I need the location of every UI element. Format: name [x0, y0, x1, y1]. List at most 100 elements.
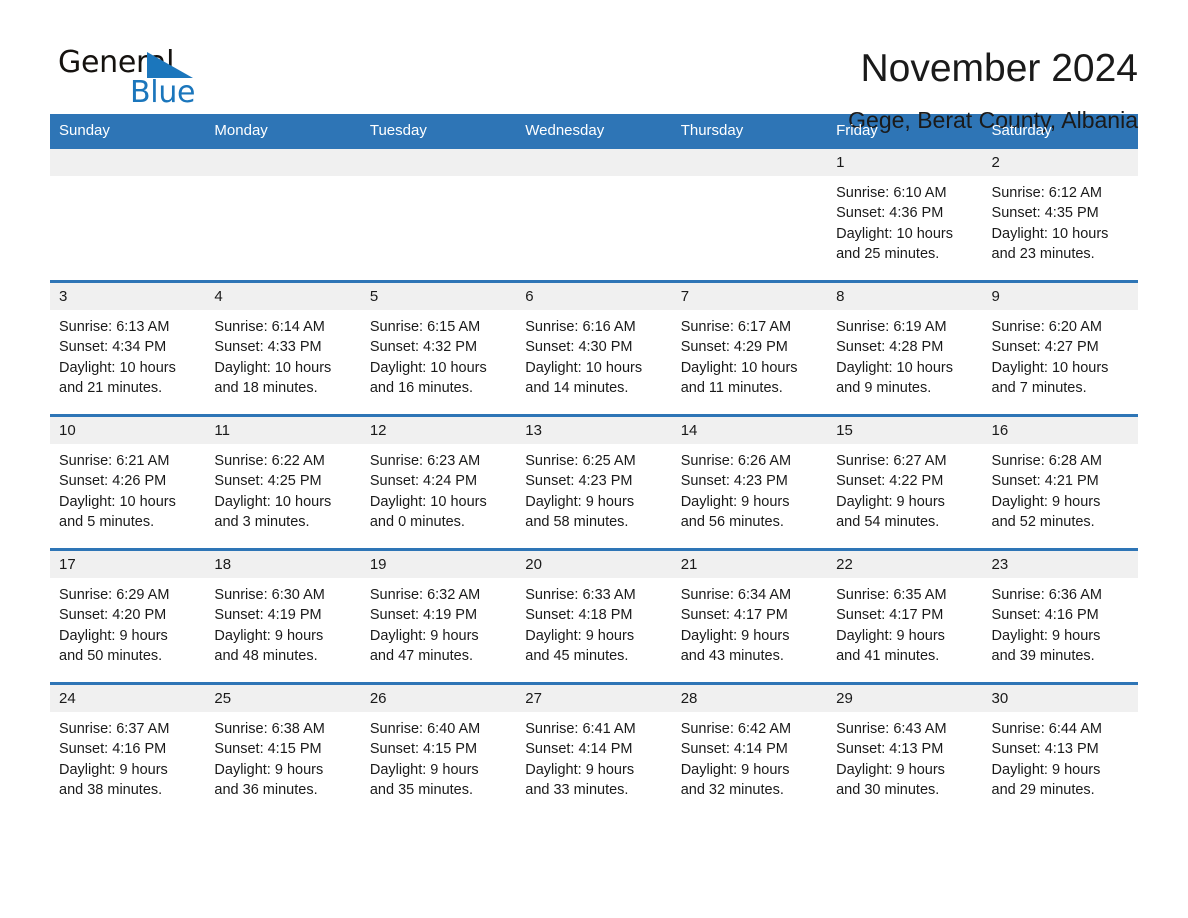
- calendar-day-cell[interactable]: 12 Sunrise: 6:23 AM Sunset: 4:24 PM Dayligh…: [360, 417, 517, 548]
- daylight-text: and 39 minutes.: [991, 647, 1095, 664]
- calendar-day-cell-empty: [671, 149, 828, 280]
- day-details: [672, 176, 827, 280]
- daylight-text: and 54 minutes.: [836, 513, 940, 530]
- calendar-day-cell[interactable]: 9 Sunrise: 6:20 AM Sunset: 4:27 PM Daylight…: [982, 283, 1138, 414]
- sunset-text: Sunset: 4:33 PM: [214, 339, 322, 356]
- calendar-day-cell[interactable]: 25 Sunrise: 6:38 AM Sunset: 4:15 PM Dayligh…: [205, 685, 361, 816]
- day-number: 11: [205, 417, 361, 444]
- daylight-text: and 23 minutes.: [991, 245, 1095, 262]
- day-details: Sunrise: 6:14 AM Sunset: 4:33 PM Daylight:…: [205, 310, 360, 414]
- sunset-text: Sunset: 4:23 PM: [680, 473, 788, 490]
- day-number: 2: [982, 149, 1138, 176]
- calendar-day-cell[interactable]: 2 Sunrise: 6:12 AM Sunset: 4:35 PM Daylight…: [982, 149, 1138, 280]
- sunrise-text: Sunrise: 6:27 AM: [836, 453, 947, 469]
- calendar-day-cell[interactable]: 26 Sunrise: 6:40 AM Sunset: 4:15 PM Dayligh…: [360, 685, 517, 816]
- daylight-text: Daylight: 9 hours: [836, 493, 945, 510]
- daylight-text: and 45 minutes.: [525, 647, 629, 664]
- daylight-text: Daylight: 10 hours: [369, 359, 487, 376]
- day-number: 13: [516, 417, 672, 444]
- day-details: Sunrise: 6:34 AM Sunset: 4:17 PM Daylight:…: [672, 578, 827, 682]
- weekday-header-tuesday: Tuesday: [369, 122, 427, 139]
- sunset-text: Sunset: 4:17 PM: [836, 607, 944, 624]
- day-number: 6: [516, 283, 672, 310]
- daylight-text: and 35 minutes.: [369, 781, 474, 798]
- daylight-text: Daylight: 9 hours: [59, 627, 168, 644]
- day-details: Sunrise: 6:30 AM Sunset: 4:19 PM Daylight:…: [205, 578, 360, 682]
- daylight-text: Daylight: 9 hours: [525, 627, 635, 644]
- calendar-day-cell[interactable]: 8 Sunrise: 6:19 AM Sunset: 4:28 PM Daylight…: [827, 283, 983, 414]
- daylight-text: Daylight: 9 hours: [680, 627, 790, 644]
- sunset-text: Sunset: 4:15 PM: [369, 741, 478, 758]
- day-number: 8: [827, 283, 983, 310]
- day-details: Sunrise: 6:25 AM Sunset: 4:23 PM Daylight:…: [516, 444, 671, 548]
- calendar-day-cell[interactable]: 28 Sunrise: 6:42 AM Sunset: 4:14 PM Dayligh…: [671, 685, 828, 816]
- calendar-week-row: 17 Sunrise: 6:29 AM Sunset: 4:20 PM Dayligh…: [50, 548, 1138, 682]
- calendar-day-cell[interactable]: 15 Sunrise: 6:27 AM Sunset: 4:22 PM Dayligh…: [827, 417, 983, 548]
- day-number: 28: [671, 685, 828, 712]
- day-number: 25: [205, 685, 361, 712]
- sunset-text: Sunset: 4:24 PM: [369, 473, 478, 490]
- sunrise-text: Sunrise: 6:32 AM: [369, 587, 481, 603]
- calendar-day-cell[interactable]: 10 Sunrise: 6:21 AM Sunset: 4:26 PM Dayligh…: [50, 417, 206, 548]
- calendar-day-cell[interactable]: 14 Sunrise: 6:26 AM Sunset: 4:23 PM Dayligh…: [671, 417, 828, 548]
- daylight-text: and 32 minutes.: [680, 781, 784, 798]
- daylight-text: Daylight: 9 hours: [680, 493, 790, 510]
- calendar-day-cell[interactable]: 1 Sunrise: 6:10 AM Sunset: 4:36 PM Daylight…: [827, 149, 983, 280]
- daylight-text: and 50 minutes.: [59, 647, 163, 664]
- calendar-day-cell[interactable]: 4 Sunrise: 6:14 AM Sunset: 4:33 PM Daylight…: [205, 283, 361, 414]
- calendar-day-cell[interactable]: 5 Sunrise: 6:15 AM Sunset: 4:32 PM Daylight…: [360, 283, 517, 414]
- calendar-day-cell[interactable]: 18 Sunrise: 6:30 AM Sunset: 4:19 PM Dayligh…: [205, 551, 361, 682]
- calendar-day-cell-empty: [360, 149, 517, 280]
- calendar-day-cell[interactable]: 13 Sunrise: 6:25 AM Sunset: 4:23 PM Dayligh…: [516, 417, 672, 548]
- daylight-text: Daylight: 10 hours: [836, 359, 953, 376]
- calendar-day-cell[interactable]: 21 Sunrise: 6:34 AM Sunset: 4:17 PM Dayligh…: [671, 551, 828, 682]
- day-number: 22: [827, 551, 983, 578]
- calendar-day-cell[interactable]: 7 Sunrise: 6:17 AM Sunset: 4:29 PM Daylight…: [671, 283, 828, 414]
- calendar-day-cell[interactable]: 6 Sunrise: 6:16 AM Sunset: 4:30 PM Daylight…: [516, 283, 672, 414]
- calendar-day-cell[interactable]: 30 Sunrise: 6:44 AM Sunset: 4:13 PM Dayligh…: [982, 685, 1138, 816]
- day-details: Sunrise: 6:38 AM Sunset: 4:15 PM Daylight:…: [205, 712, 360, 816]
- sunrise-text: Sunrise: 6:13 AM: [59, 319, 170, 335]
- calendar-day-cell[interactable]: 11 Sunrise: 6:22 AM Sunset: 4:25 PM Dayligh…: [205, 417, 361, 548]
- daylight-text: and 56 minutes.: [680, 513, 784, 530]
- day-details: Sunrise: 6:29 AM Sunset: 4:20 PM Daylight:…: [50, 578, 205, 682]
- day-number: 12: [360, 417, 517, 444]
- weekday-header-sunday: Sunday: [59, 122, 110, 139]
- calendar-day-cell[interactable]: 20 Sunrise: 6:33 AM Sunset: 4:18 PM Dayligh…: [516, 551, 672, 682]
- day-number: 10: [50, 417, 206, 444]
- day-number: 17: [50, 551, 206, 578]
- generalblue-logo[interactable]: General Blue: [50, 44, 200, 110]
- daylight-text: and 25 minutes.: [836, 245, 940, 262]
- calendar-week-row: 3 Sunrise: 6:13 AM Sunset: 4:34 PM Daylight…: [50, 280, 1138, 414]
- calendar-day-cell[interactable]: 19 Sunrise: 6:32 AM Sunset: 4:19 PM Dayligh…: [360, 551, 517, 682]
- calendar-day-cell[interactable]: 16 Sunrise: 6:28 AM Sunset: 4:21 PM Dayligh…: [982, 417, 1138, 548]
- sunrise-text: Sunrise: 6:35 AM: [836, 587, 947, 603]
- day-number: [671, 149, 828, 176]
- daylight-text: and 11 minutes.: [680, 379, 783, 396]
- day-number: [205, 149, 361, 176]
- day-details: Sunrise: 6:42 AM Sunset: 4:14 PM Daylight:…: [672, 712, 827, 816]
- sunrise-text: Sunrise: 6:10 AM: [836, 185, 947, 201]
- daylight-text: and 43 minutes.: [680, 647, 784, 664]
- calendar-page: General Blue November 2024 Gege, Berat C…: [0, 0, 1188, 918]
- day-number: 5: [360, 283, 517, 310]
- daylight-text: Daylight: 9 hours: [369, 627, 479, 644]
- calendar-day-cell[interactable]: 23 Sunrise: 6:36 AM Sunset: 4:16 PM Dayligh…: [982, 551, 1138, 682]
- daylight-text: Daylight: 10 hours: [991, 225, 1109, 242]
- calendar-day-cell[interactable]: 29 Sunrise: 6:43 AM Sunset: 4:13 PM Dayligh…: [827, 685, 983, 816]
- day-details: Sunrise: 6:43 AM Sunset: 4:13 PM Daylight:…: [827, 712, 982, 816]
- day-number: 21: [671, 551, 828, 578]
- calendar-day-cell[interactable]: 3 Sunrise: 6:13 AM Sunset: 4:34 PM Daylight…: [50, 283, 206, 414]
- logo-text-blue: Blue: [130, 75, 196, 110]
- calendar-day-cell[interactable]: 17 Sunrise: 6:29 AM Sunset: 4:20 PM Dayligh…: [50, 551, 206, 682]
- calendar-day-cell[interactable]: 24 Sunrise: 6:37 AM Sunset: 4:16 PM Dayligh…: [50, 685, 206, 816]
- sunrise-text: Sunrise: 6:44 AM: [991, 721, 1102, 737]
- calendar-day-cell[interactable]: 22 Sunrise: 6:35 AM Sunset: 4:17 PM Dayligh…: [827, 551, 983, 682]
- day-details: Sunrise: 6:12 AM Sunset: 4:35 PM Daylight:…: [983, 176, 1138, 280]
- sunrise-text: Sunrise: 6:29 AM: [59, 587, 170, 603]
- day-details: Sunrise: 6:33 AM Sunset: 4:18 PM Daylight:…: [516, 578, 671, 682]
- sunset-text: Sunset: 4:23 PM: [525, 473, 633, 490]
- calendar-day-cell[interactable]: 27 Sunrise: 6:41 AM Sunset: 4:14 PM Dayligh…: [516, 685, 672, 816]
- sunrise-text: Sunrise: 6:36 AM: [991, 587, 1102, 603]
- daylight-text: and 5 minutes.: [59, 513, 155, 530]
